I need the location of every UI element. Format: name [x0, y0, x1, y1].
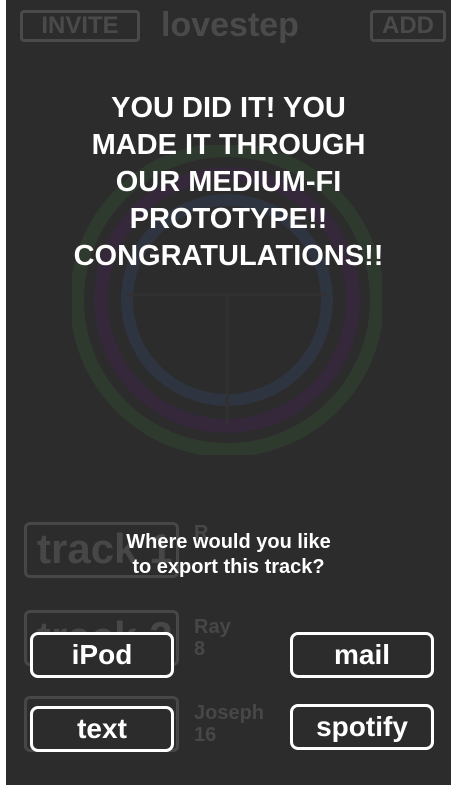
- congratulations-message: YOU DID IT! YOU MADE IT THROUGH OUR MEDI…: [73, 92, 384, 272]
- phone-viewport: INVITE lovestep ADD track 1 R track 2 Ra…: [6, 0, 451, 785]
- track-owner: Joseph: [194, 702, 265, 724]
- track-3-info: Joseph 16: [194, 702, 264, 746]
- export-ipod-button[interactable]: iPod: [30, 632, 174, 678]
- track-2-info: Ray 8: [194, 616, 231, 660]
- track-owner: Ray: [194, 616, 231, 638]
- export-mail-button[interactable]: mail: [290, 632, 434, 678]
- app-title: lovestep: [161, 6, 299, 44]
- export-spotify-button[interactable]: spotify: [290, 704, 434, 750]
- export-text-button[interactable]: text: [30, 706, 174, 752]
- track-count: 16: [194, 724, 217, 746]
- add-button: ADD: [370, 10, 446, 42]
- screen: INVITE lovestep ADD track 1 R track 2 Ra…: [0, 0, 462, 785]
- export-prompt: Where would you like to export this trac…: [126, 531, 331, 578]
- track-count: 8: [194, 638, 206, 660]
- invite-button: INVITE: [20, 10, 140, 42]
